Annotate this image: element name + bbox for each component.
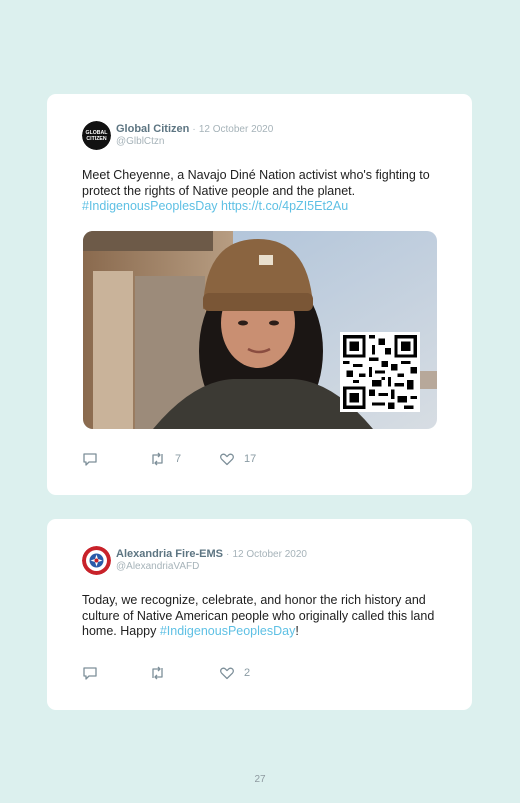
separator: · (226, 549, 230, 560)
tweet-actions: 2 (82, 664, 382, 682)
separator: · (192, 124, 196, 135)
retweet-button[interactable]: 7 (149, 450, 181, 468)
avatar[interactable] (82, 546, 111, 575)
reply-button[interactable] (82, 450, 107, 468)
retweet-icon (152, 666, 163, 680)
reply-button[interactable] (82, 664, 107, 682)
qr-code-icon (340, 332, 420, 412)
author-handle[interactable]: @AlexandriaVAFD (116, 561, 199, 572)
tweet-date[interactable]: 12 October 2020 (199, 124, 274, 135)
tweet-body-end: ! (295, 624, 299, 638)
svg-text:CITIZEN: CITIZEN (86, 136, 106, 142)
author-name[interactable]: Global Citizen (116, 123, 189, 135)
author-handle[interactable]: @GlblCtzn (116, 136, 165, 147)
tweet-card: GLOBAL CITIZEN Global Citizen · 12 Octob… (47, 94, 472, 495)
hashtag-link[interactable]: #IndigenousPeoplesDay (82, 199, 218, 213)
tweet-header: Alexandria Fire-EMS · 12 October 2020 @A… (82, 546, 442, 576)
reply-icon (83, 453, 97, 466)
tweet-card: Alexandria Fire-EMS · 12 October 2020 @A… (47, 519, 472, 710)
url-link[interactable]: https://t.co/4pZI5Et2Au (221, 199, 348, 213)
tweet-date[interactable]: 12 October 2020 (232, 549, 307, 560)
name-line: Global Citizen · 12 October 2020 (116, 123, 273, 135)
like-count: 17 (244, 453, 257, 465)
like-button[interactable]: 2 (219, 664, 250, 682)
tweet-text: Today, we recognize, celebrate, and hono… (82, 593, 442, 640)
tweet-photo[interactable] (83, 231, 437, 429)
retweet-count: 7 (175, 453, 182, 465)
reply-icon (83, 667, 97, 680)
author-name[interactable]: Alexandria Fire-EMS (116, 548, 223, 560)
tweet-body: Meet Cheyenne, a Navajo Diné Nation acti… (82, 168, 430, 198)
like-count: 2 (244, 667, 251, 679)
heart-icon (220, 667, 234, 680)
tweet-text: Meet Cheyenne, a Navajo Diné Nation acti… (82, 168, 447, 215)
tweet-actions: 7 17 (82, 450, 382, 468)
like-button[interactable]: 17 (219, 450, 256, 468)
retweet-icon (152, 452, 163, 466)
page-number: 27 (254, 774, 266, 785)
name-line: Alexandria Fire-EMS · 12 October 2020 (116, 548, 307, 560)
hashtag-link[interactable]: #IndigenousPeoplesDay (160, 624, 296, 638)
avatar[interactable]: GLOBAL CITIZEN (82, 121, 111, 150)
retweet-button[interactable] (149, 664, 175, 682)
tweet-header: GLOBAL CITIZEN Global Citizen · 12 Octob… (82, 121, 442, 151)
heart-icon (220, 453, 234, 466)
